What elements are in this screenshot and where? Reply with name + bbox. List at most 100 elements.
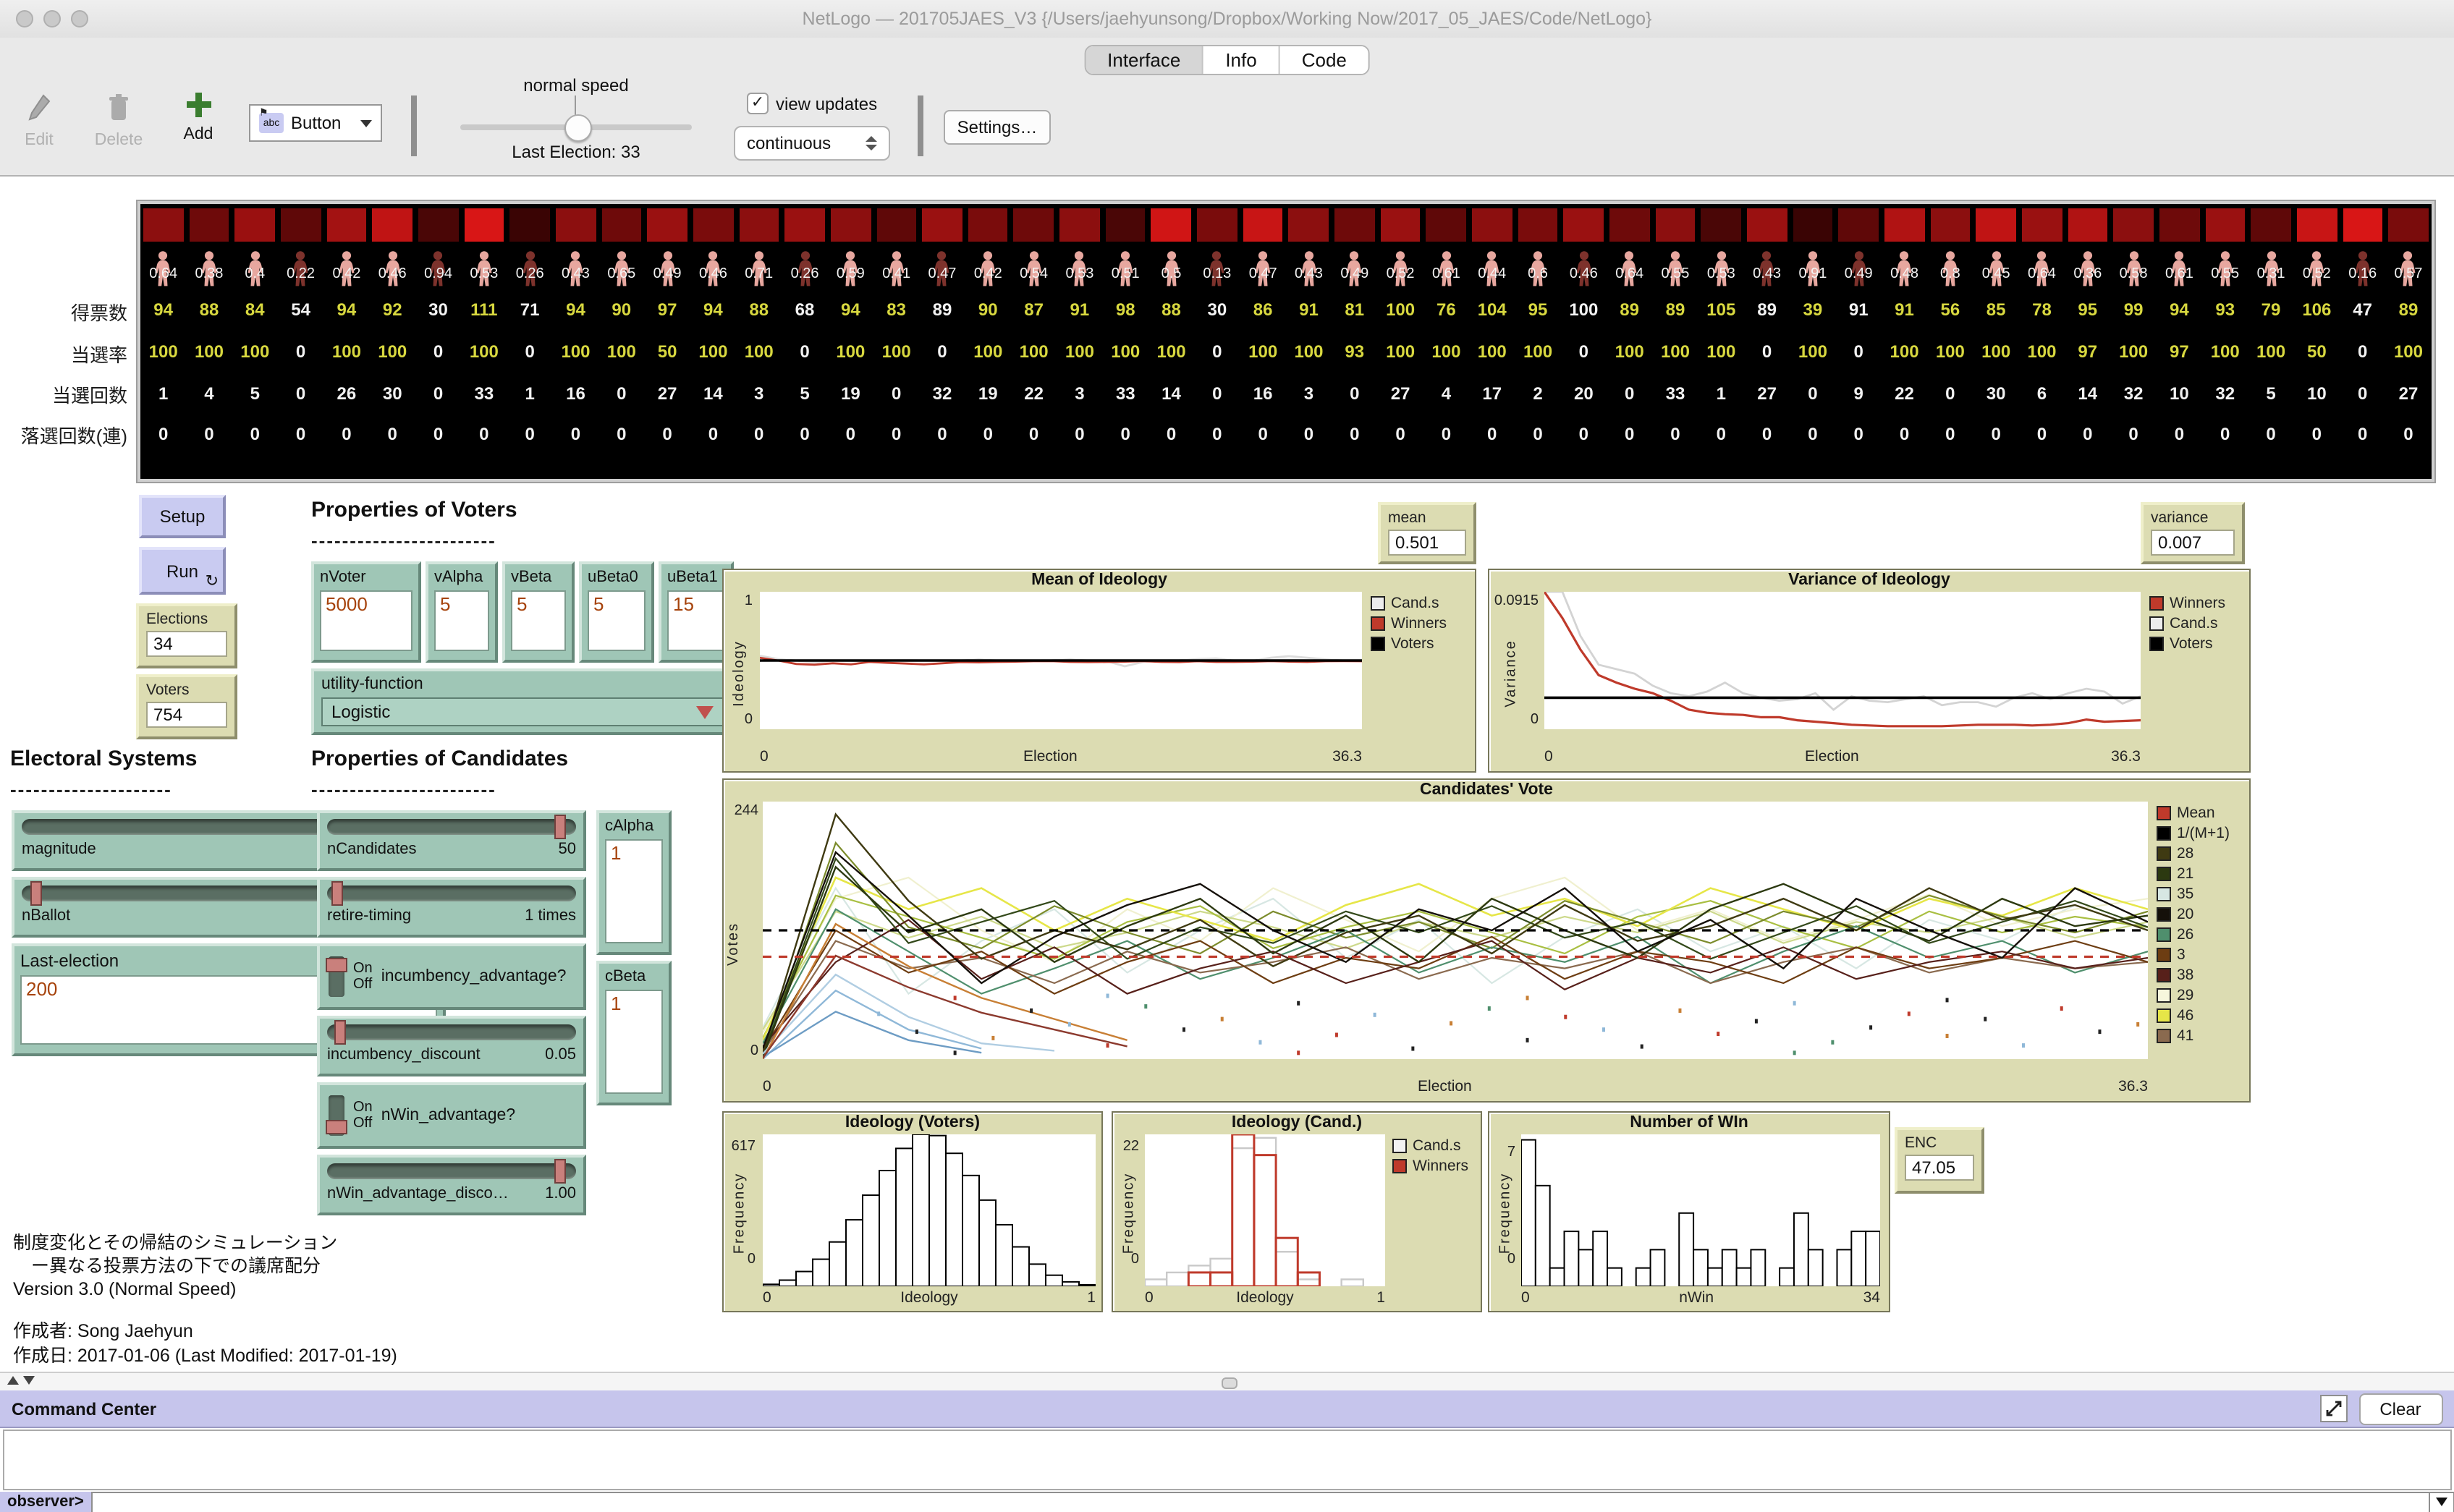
party-square (418, 208, 458, 242)
settings-button[interactable]: Settings… (944, 110, 1051, 145)
edit-button[interactable]: Edit (14, 93, 64, 149)
legend-swatch-icon (1392, 1159, 1407, 1173)
command-center-output[interactable] (3, 1430, 2451, 1490)
speed-slider[interactable] (460, 124, 692, 130)
update-mode-select[interactable]: continuous (734, 126, 890, 161)
candidate-column: 0.5789100270 (2385, 204, 2431, 479)
legend-swatch-icon (2157, 1008, 2171, 1023)
legend-swatch-icon (2157, 968, 2171, 982)
legend-item: 29 (2157, 987, 2230, 1004)
party-square (1839, 208, 1879, 242)
view-updates-label: view updates (776, 93, 877, 114)
calpha-input[interactable]: cAlpha1 (596, 810, 672, 955)
section-dashes: ------------------------ (311, 530, 496, 551)
expand-icon[interactable] (2319, 1395, 2347, 1422)
trash-icon (107, 93, 130, 124)
speed-slider-label: normal speed (460, 75, 692, 95)
plot-legend: Cand.sWinnersVoters (1371, 595, 1447, 653)
abc-widget-icon: abc (259, 113, 284, 133)
valpha-input[interactable]: vAlpha5 (426, 561, 498, 663)
tab-info[interactable]: Info (1203, 46, 1279, 74)
party-square (1747, 208, 1787, 242)
incumbency-discount-slider[interactable]: incumbency_discount0.05 (317, 1016, 586, 1076)
legend-item: 35 (2157, 885, 2230, 903)
switch-handle[interactable] (326, 1120, 347, 1134)
section-title-voters: Properties of Voters (311, 498, 517, 522)
plot-number-of-win: Number of WIn Frequency 7 0 0nWin34 (1488, 1111, 1890, 1312)
ideology-value: 0.57 (2371, 266, 2445, 282)
tab-code[interactable]: Code (1280, 46, 1368, 74)
setup-button[interactable]: Setup (139, 495, 226, 538)
party-square (373, 208, 412, 242)
ncandidates-slider[interactable]: nCandidates50 (317, 810, 586, 871)
command-center-splitter[interactable] (0, 1372, 2454, 1392)
legend-item: Winners (2149, 595, 2225, 612)
row-label-votes: 得票数 (0, 298, 127, 326)
minimize-button-icon[interactable] (43, 10, 61, 27)
party-square (784, 208, 824, 242)
vbeta-input[interactable]: vBeta5 (502, 561, 575, 663)
view-updates-checkbox[interactable]: ✓ view updates (747, 93, 877, 114)
agent-type-dropdown[interactable] (2428, 1492, 2454, 1512)
tab-bar: Interface Info Code (1084, 45, 1370, 75)
legend-swatch-icon (2157, 1029, 2171, 1043)
voters-monitor: Voters754 (136, 674, 237, 739)
legend-item: Cand.s (1371, 595, 1447, 612)
legend-item: 3 (2157, 946, 2230, 964)
clear-button[interactable]: Clear (2358, 1393, 2442, 1424)
legend-swatch-icon (2157, 948, 2171, 962)
ubeta0-input[interactable]: uBeta05 (579, 561, 654, 663)
command-center-title: Command Center (12, 1398, 156, 1419)
legend-item: 28 (2157, 845, 2230, 862)
row-label-losses: 落選回数(連) (0, 421, 127, 449)
tab-interface[interactable]: Interface (1086, 46, 1203, 74)
legend-item: Mean (2157, 804, 2230, 822)
legend-item: 20 (2157, 906, 2230, 923)
party-square (235, 208, 275, 242)
widget-type-value: Button (291, 113, 341, 133)
widget-type-dropdown[interactable]: abc Button (249, 104, 382, 142)
party-square (831, 208, 871, 242)
nvoter-input[interactable]: nVoter5000 (311, 561, 421, 663)
splitter-arrows-icon[interactable] (7, 1376, 35, 1385)
plot-mean-of-ideology: Mean of Ideology Ideology 1 0 Cand.sWinn… (722, 569, 1476, 773)
party-square (1426, 208, 1466, 242)
legend-swatch-icon (2157, 988, 2171, 1003)
legend-swatch-icon (2157, 806, 2171, 820)
variance-monitor: variance0.007 (2141, 502, 2245, 564)
cbeta-input[interactable]: cBeta1 (596, 961, 672, 1105)
zoom-button-icon[interactable] (71, 10, 88, 27)
party-square (510, 208, 550, 242)
command-input[interactable] (91, 1492, 2428, 1512)
party-square (1518, 208, 1557, 242)
legend-swatch-icon (2157, 846, 2171, 861)
party-square (464, 208, 504, 242)
party-square (2159, 208, 2199, 242)
plot-candidates-vote: Candidates' Vote Votes 244 0 Mean1/(M+1)… (722, 778, 2251, 1103)
delete-button[interactable]: Delete (90, 93, 148, 149)
party-square (1655, 208, 1695, 242)
add-button[interactable]: Add (171, 90, 226, 143)
chevron-down-icon (2435, 1498, 2447, 1507)
close-button-icon[interactable] (16, 10, 33, 27)
plot-variance-of-ideology: Variance of Ideology Variance 0.0915 0 W… (1488, 569, 2251, 773)
plot-legend: Cand.sWinners (1392, 1137, 1468, 1175)
run-button[interactable]: Run↻ (139, 547, 226, 595)
party-square (922, 208, 962, 242)
splitter-handle[interactable] (1222, 1377, 1237, 1389)
speed-slider-thumb[interactable] (564, 114, 592, 142)
utility-function-chooser[interactable]: utility-function Logistic (311, 668, 734, 735)
incumbency-advantage-switch[interactable]: OnOff incumbency_advantage? (317, 943, 586, 1010)
legend-item: 1/(M+1) (2157, 825, 2230, 842)
party-square (1930, 208, 1970, 242)
retire-timing-slider[interactable]: retire-timing1 times (317, 877, 586, 938)
nwin-advantage-switch[interactable]: OnOff nWin_advantage? (317, 1082, 586, 1149)
party-square (189, 208, 229, 242)
switch-track (329, 1095, 344, 1136)
chooser-caret-icon (696, 705, 714, 718)
plot-ideology-voters: Ideology (Voters) Frequency 617 0 0Ideol… (722, 1111, 1103, 1312)
nwin-advantage-discount-slider[interactable]: nWin_advantage_disco…1.00 (317, 1155, 586, 1215)
switch-handle[interactable] (326, 958, 347, 972)
section-dashes: ------------------------ (311, 778, 496, 800)
author-info: 作成者: Song Jaehyun 作成日: 2017-01-06 (Last … (13, 1320, 397, 1369)
